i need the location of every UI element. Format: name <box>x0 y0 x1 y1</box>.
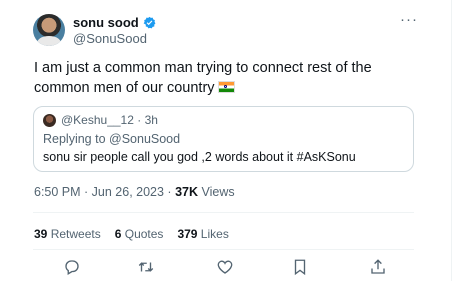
quoted-tweet[interactable]: @Keshu__12 · 3h Replying to @SonuSood so… <box>33 106 414 172</box>
share-icon[interactable] <box>369 258 389 278</box>
retweet-icon[interactable] <box>137 258 157 278</box>
display-name[interactable]: sonu sood <box>73 15 139 30</box>
tweet-meta: 6:50 PM · Jun 26, 2023 · 37K Views <box>34 185 235 199</box>
replying-to: Replying to @SonuSood <box>43 132 180 146</box>
timestamp[interactable]: 6:50 PM · Jun 26, 2023 · <box>34 185 175 199</box>
replying-to-label: Replying to <box>43 132 110 146</box>
tweet-text: I am just a common man trying to connect… <box>34 58 414 98</box>
author-handle[interactable]: @SonuSood <box>73 31 147 46</box>
like-icon[interactable] <box>216 258 236 278</box>
reply-icon[interactable] <box>63 258 83 278</box>
quoted-text: sonu sir people call you god ,2 words ab… <box>43 150 356 164</box>
bookmark-icon[interactable] <box>291 258 311 278</box>
engagement-stats: 39 Retweets 6 Quotes 379 Likes <box>34 227 229 241</box>
quotes-stat[interactable]: 6 Quotes <box>115 227 164 241</box>
quoted-avatar[interactable] <box>43 114 56 127</box>
likes-label: Likes <box>197 227 229 241</box>
divider <box>33 249 414 250</box>
likes-stat[interactable]: 379 Likes <box>177 227 228 241</box>
divider <box>33 212 414 213</box>
quoted-handle-time[interactable]: @Keshu__12 · 3h <box>61 113 158 127</box>
right-column-divider <box>451 0 452 281</box>
likes-count: 379 <box>177 227 198 241</box>
views-count: 37K <box>175 185 198 199</box>
retweets-label: Retweets <box>47 227 101 241</box>
action-bar <box>33 258 414 278</box>
tweet-text-content: I am just a common man trying to connect… <box>34 60 372 96</box>
views-label: Views <box>198 185 235 199</box>
avatar[interactable] <box>33 14 65 46</box>
india-flag-icon <box>217 81 235 93</box>
retweets-count: 39 <box>34 227 48 241</box>
more-options-icon[interactable]: ··· <box>400 12 418 27</box>
retweets-stat[interactable]: 39 Retweets <box>34 227 101 241</box>
author-name-row[interactable]: sonu sood <box>73 15 156 30</box>
quotes-label: Quotes <box>121 227 164 241</box>
replying-to-handle[interactable]: @SonuSood <box>109 132 180 146</box>
verified-badge-icon <box>143 16 156 29</box>
